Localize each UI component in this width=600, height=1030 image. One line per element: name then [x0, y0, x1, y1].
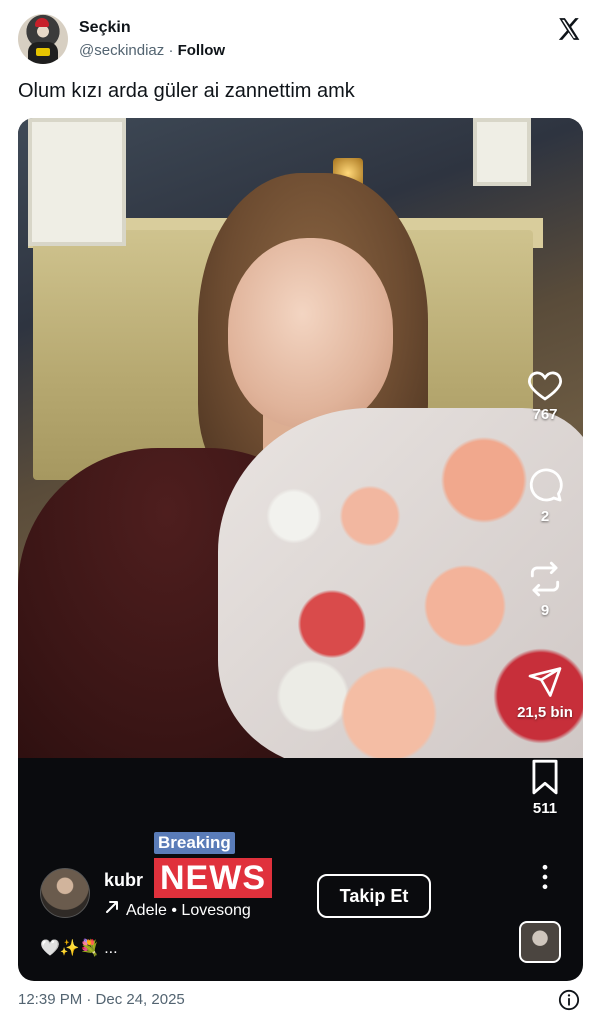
- more-vertical-icon: [542, 864, 548, 890]
- comment-count: 2: [540, 508, 550, 525]
- takip-et-button[interactable]: Takip Et: [317, 874, 431, 918]
- comment-action[interactable]: 2: [507, 466, 583, 525]
- bookmark-icon: [532, 759, 558, 795]
- info-icon[interactable]: [558, 989, 580, 1011]
- save-count: 511: [532, 800, 558, 817]
- handle-separator: ·: [168, 42, 174, 59]
- tweet-text: Olum kızı arda güler ai zannettim amk: [18, 80, 355, 102]
- lantern-decoration: [473, 118, 531, 186]
- author-handle[interactable]: @seckindiaz: [79, 42, 164, 59]
- trend-arrow-icon: [104, 899, 120, 920]
- share-action[interactable]: 21,5 bin: [507, 664, 583, 721]
- share-count: 21,5 bin: [517, 704, 573, 721]
- avatar-shirt: [28, 42, 58, 64]
- author-handle-row: @seckindiaz · Follow: [79, 42, 225, 59]
- send-icon: [528, 667, 562, 697]
- author-avatar[interactable]: [18, 14, 68, 64]
- reel-caption: 🤍✨💐 ...: [40, 940, 118, 957]
- like-count: 767: [532, 406, 558, 423]
- follow-link[interactable]: Follow: [178, 42, 226, 59]
- x-logo-icon[interactable]: [556, 16, 582, 42]
- reel-author-avatar[interactable]: [40, 868, 90, 918]
- author-name[interactable]: Seçkin: [79, 19, 131, 37]
- more-options-button[interactable]: [507, 864, 583, 890]
- santa-hat-icon: [35, 18, 49, 27]
- save-action[interactable]: 511: [507, 758, 583, 817]
- repost-icon: [530, 561, 560, 597]
- song-info[interactable]: Adele • Lovesong: [104, 899, 251, 920]
- repost-count: 9: [540, 602, 550, 619]
- music-album-thumbnail[interactable]: [519, 921, 561, 963]
- tweet-header: Seçkin @seckindiaz · Follow: [18, 12, 584, 64]
- song-label: Adele • Lovesong: [126, 902, 251, 919]
- like-action[interactable]: 767: [507, 368, 583, 423]
- woman-face: [228, 238, 393, 428]
- reel-author-name[interactable]: kubr: [104, 870, 143, 891]
- news-overlay: NEWS: [154, 858, 272, 898]
- video-frame-photo: [18, 118, 583, 758]
- comment-bubble-icon: [529, 468, 563, 502]
- embedded-video-media[interactable]: 767 2 9 21,5 bin 511 kubr Breaking NEWS …: [18, 118, 583, 981]
- lantern-decoration: [28, 118, 126, 246]
- tweet-timestamp[interactable]: 12:39 PM · Dec 24, 2025: [18, 991, 185, 1008]
- heart-icon: [528, 371, 562, 401]
- breaking-overlay: Breaking: [154, 832, 235, 854]
- repost-action[interactable]: 9: [507, 560, 583, 619]
